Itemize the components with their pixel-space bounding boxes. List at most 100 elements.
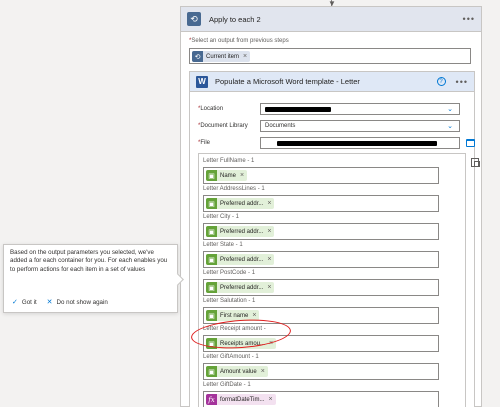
form-icon: ▣: [206, 226, 217, 237]
parameter-row: Letter PostCode - 1 ▣ Preferred addr... ×: [203, 270, 439, 296]
loop-icon: ⟲: [192, 51, 203, 62]
parameter-label: Letter GiftDate - 1: [203, 382, 251, 388]
redacted-location: [265, 107, 331, 112]
remove-token-icon[interactable]: ×: [269, 340, 273, 347]
token-label: formatDateTim...: [220, 396, 265, 403]
token-label: Amount value: [220, 368, 257, 375]
parameter-label: Letter GiftAmount - 1: [203, 354, 259, 360]
parameter-row: Letter FullName - 1 ▣ Name ×: [203, 158, 439, 184]
remove-token-icon[interactable]: ×: [267, 228, 271, 235]
token-label: Name: [220, 172, 237, 179]
word-icon: W: [196, 75, 208, 88]
remove-token-icon[interactable]: ×: [252, 312, 256, 319]
form-icon: ▣: [206, 198, 217, 209]
loop-icon: ⟲: [187, 12, 201, 26]
parameter-input[interactable]: fx formatDateTim... ×: [203, 391, 439, 407]
parameter-row: Letter GiftDate - 1 fx formatDateTim... ×: [203, 382, 439, 407]
parameter-input[interactable]: ▣ Preferred addr... ×: [203, 251, 439, 268]
parameter-input[interactable]: ▣ Name ×: [203, 167, 439, 184]
chevron-down-icon: ⌄: [447, 123, 453, 130]
word-template-action-header[interactable]: W Populate a Microsoft Word template - L…: [190, 72, 474, 92]
dynamic-content-token[interactable]: ▣ Preferred addr... ×: [206, 198, 275, 209]
token-label: Preferred addr...: [220, 256, 264, 263]
parameter-input[interactable]: ▣ Amount value ×: [203, 363, 439, 380]
token-label: First name: [220, 312, 249, 319]
got-it-button[interactable]: ✓ Got it: [12, 298, 37, 307]
parameter-row: Letter GiftAmount - 1 ▣ Amount value ×: [203, 354, 439, 380]
got-it-label: Got it: [21, 298, 37, 306]
remove-token-icon[interactable]: ×: [268, 396, 272, 403]
parameter-label: Letter Receipt amount -: [203, 326, 266, 332]
file-label: *File: [198, 140, 211, 146]
remove-token-icon[interactable]: ×: [267, 284, 271, 291]
document-library-value: Documents: [265, 123, 296, 129]
parameter-row: Letter City - 1 ▣ Preferred addr... ×: [203, 214, 439, 240]
dynamic-content-token[interactable]: ▣ Amount value ×: [206, 366, 268, 377]
parameter-label: Letter City - 1: [203, 214, 240, 220]
close-icon: ✕: [46, 299, 53, 306]
form-icon: ▣: [206, 170, 217, 181]
remove-token-icon[interactable]: ×: [267, 256, 271, 263]
redacted-file-path: [277, 141, 437, 146]
dynamic-content-token[interactable]: ▣ Name ×: [206, 170, 248, 181]
current-item-token-label: Current item: [206, 53, 240, 60]
function-icon: fx: [206, 394, 217, 405]
callout-text: Based on the output parameters you selec…: [10, 249, 168, 273]
word-action-title: Populate a Microsoft Word template - Let…: [215, 77, 360, 86]
parameter-label: Letter Salutation - 1: [203, 298, 256, 304]
parameter-input[interactable]: ▣ First name ×: [203, 307, 439, 324]
dynamic-content-token[interactable]: ▣ Preferred addr... ×: [206, 282, 275, 293]
apply-to-each-title: Apply to each 2: [209, 14, 261, 24]
expression-token[interactable]: fx formatDateTim... ×: [206, 394, 276, 405]
parameter-label: Letter PostCode - 1: [203, 270, 256, 276]
dynamic-content-token[interactable]: ▣ Preferred addr... ×: [206, 226, 275, 237]
remove-token-icon[interactable]: ×: [261, 368, 265, 375]
apply-to-each-card: ⟲ Apply to each 2 ••• *Select an output …: [180, 6, 482, 407]
select-output-input[interactable]: ⟲ Current item ×: [189, 48, 471, 64]
remove-token-icon[interactable]: ×: [243, 53, 247, 60]
location-field-row: *Location ⌄: [198, 103, 460, 115]
word-template-action-card: W Populate a Microsoft Word template - L…: [189, 71, 480, 407]
parameter-row: Letter Receipt amount - ▣ Receipts amou..…: [203, 326, 439, 352]
parameter-label: Letter FullName - 1: [203, 158, 255, 164]
do-not-show-again-label: Do not show again: [56, 298, 108, 306]
apply-to-each-menu-icon[interactable]: •••: [463, 14, 475, 24]
dynamic-content-token[interactable]: ▣ Preferred addr... ×: [206, 254, 275, 265]
token-label: Receipts amou...: [220, 340, 266, 347]
token-label: Preferred addr...: [220, 228, 264, 235]
form-icon: ▣: [206, 254, 217, 265]
dynamic-content-token[interactable]: ▣ First name ×: [206, 310, 260, 321]
for-each-info-callout: Based on the output parameters you selec…: [3, 244, 178, 313]
form-icon: ▣: [206, 366, 217, 377]
form-icon: ▣: [206, 282, 217, 293]
parameter-row: Letter Salutation - 1 ▣ First name ×: [203, 298, 439, 324]
chevron-down-icon: ⌄: [447, 106, 453, 113]
location-dropdown[interactable]: ⌄: [260, 103, 460, 115]
apply-to-each-header[interactable]: ⟲ Apply to each 2 •••: [181, 7, 481, 32]
file-input[interactable]: [260, 137, 475, 149]
token-label: Preferred addr...: [220, 200, 264, 207]
form-icon: ▣: [206, 310, 217, 321]
document-library-field-row: *Document Library Documents ⌄: [198, 120, 460, 132]
parameter-row: Letter State - 1 ▣ Preferred addr... ×: [203, 242, 439, 268]
parameter-input[interactable]: ▣ Preferred addr... ×: [203, 223, 439, 240]
copy-icon[interactable]: [471, 158, 480, 167]
dynamic-content-token[interactable]: ▣ Receipts amou... ×: [206, 338, 277, 349]
parameter-input[interactable]: ▣ Preferred addr... ×: [203, 279, 439, 296]
help-icon[interactable]: ?: [436, 77, 446, 86]
word-action-menu-icon[interactable]: •••: [456, 77, 468, 87]
form-icon: ▣: [206, 338, 217, 349]
current-item-token[interactable]: ⟲ Current item ×: [192, 51, 251, 62]
token-label: Preferred addr...: [220, 284, 264, 291]
folder-icon[interactable]: [466, 139, 475, 147]
parameter-input[interactable]: ▣ Preferred addr... ×: [203, 195, 439, 212]
do-not-show-again-button[interactable]: ✕ Do not show again: [46, 298, 108, 307]
remove-token-icon[interactable]: ×: [267, 200, 271, 207]
select-output-label: *Select an output from previous steps: [189, 38, 289, 44]
parameter-input[interactable]: ▣ Receipts amou... ×: [203, 335, 439, 352]
file-field-row: *File: [198, 137, 475, 149]
document-library-dropdown[interactable]: Documents ⌄: [260, 120, 460, 132]
remove-token-icon[interactable]: ×: [240, 172, 244, 179]
parameter-row: Letter AddressLines - 1 ▣ Preferred addr.…: [203, 186, 439, 212]
template-parameters-group: Letter FullName - 1 ▣ Name × Letter Addres…: [198, 153, 480, 407]
